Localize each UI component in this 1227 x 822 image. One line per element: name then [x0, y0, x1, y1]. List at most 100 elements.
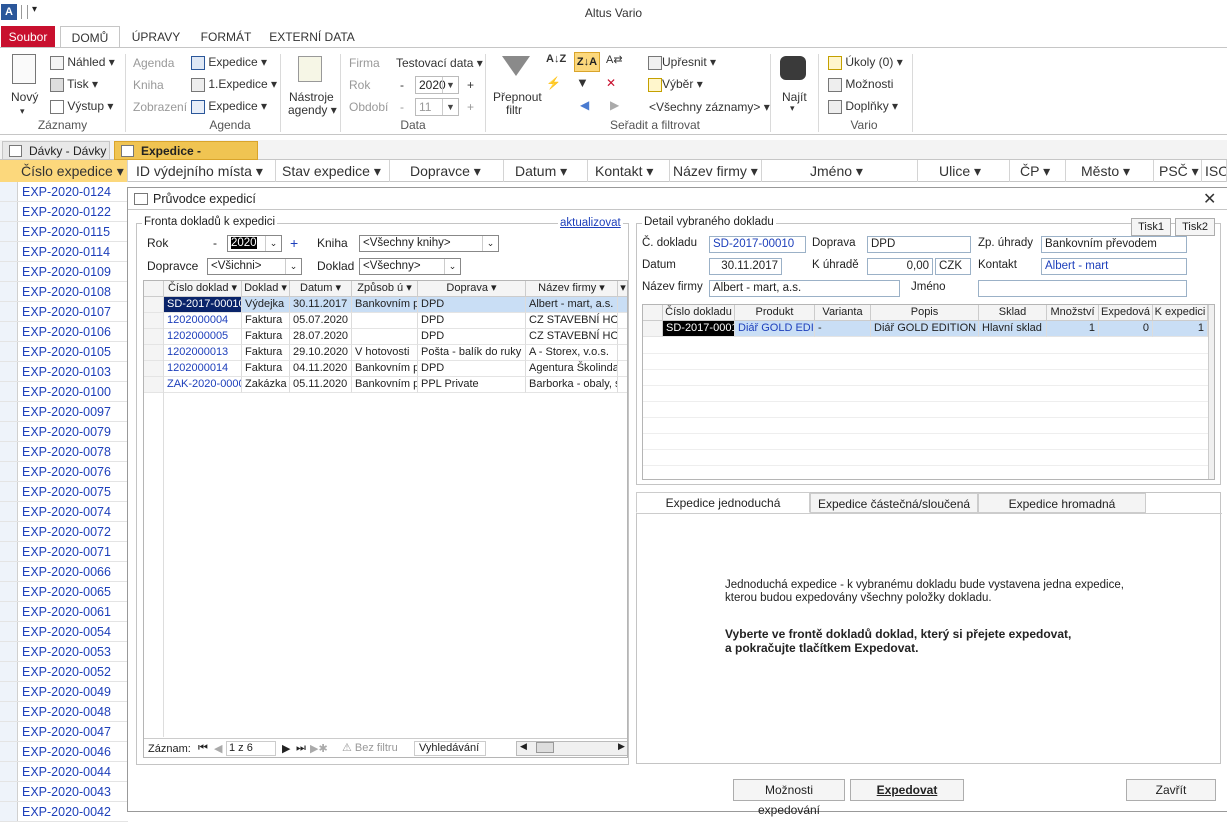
queue-header[interactable]: ▾	[618, 281, 627, 297]
agenda-expedice-combo[interactable]: Expedice ▾	[191, 55, 267, 70]
datasheet-row[interactable]: EXP-2020-0072	[0, 522, 128, 542]
company-name-field[interactable]: Albert - mart, a.s.	[709, 280, 900, 297]
item-cell[interactable]: 1	[1047, 321, 1099, 337]
expedite-button[interactable]: Expedovat	[850, 779, 964, 801]
new-record-icon[interactable]	[12, 54, 36, 84]
next-record-icon[interactable]: ▶	[282, 742, 290, 755]
first-record-icon[interactable]: ⏮	[198, 742, 208, 755]
queue-cell[interactable]: 30.11.2017	[290, 297, 352, 313]
all-records-combo[interactable]: <Všechny záznamy> ▾	[649, 100, 770, 114]
queue-cell[interactable]: Faktura	[242, 313, 290, 329]
new-button[interactable]: Nový	[11, 90, 38, 104]
queue-header[interactable]: Datum ▾	[290, 281, 352, 297]
filter-funnel-icon[interactable]	[502, 56, 530, 76]
queue-cell[interactable]	[618, 313, 627, 329]
queue-cell[interactable]: DPD	[418, 361, 526, 377]
column-iso[interactable]: ISO	[1202, 160, 1227, 182]
toggle-filter-line1[interactable]: Přepnout	[493, 90, 542, 104]
datasheet-row[interactable]: EXP-2020-0074	[0, 502, 128, 522]
tasks-button[interactable]: Úkoly (0) ▾	[828, 55, 903, 70]
queue-cell[interactable]: Bankovním p	[352, 361, 418, 377]
close-button[interactable]: Zavřít	[1126, 779, 1216, 801]
advanced-filter-icon[interactable]: ⚡	[546, 76, 561, 90]
datasheet-row[interactable]: EXP-2020-0100	[0, 382, 128, 402]
tab-home[interactable]: DOMŮ	[60, 26, 120, 49]
print-button[interactable]: Tisk ▾	[50, 77, 98, 92]
last-record-icon[interactable]: ⏭	[296, 742, 306, 755]
queue-cell[interactable]: ZAK-2020-0000	[164, 377, 242, 393]
tab-simple-expedition[interactable]: Expedice jednoduchá	[636, 492, 810, 513]
queue-cell[interactable]	[618, 345, 627, 361]
datasheet-row[interactable]: EXP-2020-0052	[0, 662, 128, 682]
output-button[interactable]: Výstup ▾	[50, 99, 113, 114]
datasheet-row[interactable]: EXP-2020-0114	[0, 242, 128, 262]
datasheet-row[interactable]: EXP-2020-0075	[0, 482, 128, 502]
item-cell[interactable]: SD-2017-00010	[663, 321, 735, 337]
queue-cell[interactable]: 29.10.2020	[290, 345, 352, 361]
rok-plus[interactable]: +	[467, 78, 474, 92]
transport-field[interactable]: DPD	[867, 236, 971, 253]
filter-selection-icon[interactable]: ▼	[576, 75, 589, 90]
queue-cell[interactable]: DPD	[418, 297, 526, 313]
doklad-filter-combo[interactable]: <Všechny> ⌄	[359, 258, 461, 275]
previous-arrow-icon[interactable]: ◀	[580, 98, 589, 112]
items-header[interactable]: Popis	[871, 305, 979, 321]
datasheet-row[interactable]: EXP-2020-0076	[0, 462, 128, 482]
items-header[interactable]: Produkt	[735, 305, 815, 321]
obdobi-minus[interactable]: -	[400, 100, 404, 114]
column-datum[interactable]: Datum ▾	[504, 160, 588, 182]
doc-tab-davky[interactable]: Dávky - Dávky	[2, 141, 110, 160]
queue-cell[interactable]: PPL Private	[418, 377, 526, 393]
datasheet-row[interactable]: EXP-2020-0078	[0, 442, 128, 462]
item-cell[interactable]: Hlavní sklad	[979, 321, 1047, 337]
queue-cell[interactable]	[352, 329, 418, 345]
queue-cell[interactable]: DPD	[418, 329, 526, 345]
queue-cell[interactable]: Faktura	[242, 345, 290, 361]
rok-filter-minus[interactable]: -	[213, 236, 217, 250]
queue-cell[interactable]: 1202000004	[164, 313, 242, 329]
queue-cell[interactable]: 28.07.2020	[290, 329, 352, 345]
firma-combo[interactable]: Testovací data ▾	[396, 56, 483, 70]
queue-header[interactable]: Číslo doklad ▾	[164, 281, 242, 297]
queue-cell[interactable]: Zakázka	[242, 377, 290, 393]
queue-header[interactable]: Způsob ú ▾	[352, 281, 418, 297]
datasheet-row[interactable]: EXP-2020-0109	[0, 262, 128, 282]
tab-file[interactable]: Soubor	[1, 26, 55, 48]
no-filter-button[interactable]: ⚠ Bez filtru	[338, 741, 412, 756]
datasheet-row[interactable]: EXP-2020-0054	[0, 622, 128, 642]
datasheet-row[interactable]: EXP-2020-0103	[0, 362, 128, 382]
items-header[interactable]: Varianta	[815, 305, 871, 321]
rok-combo[interactable]: 2020 ▼	[415, 76, 459, 94]
queue-cell[interactable]: CZ STAVEBNÍ HOL	[526, 329, 618, 345]
tools-button-line1[interactable]: Nástroje	[289, 90, 334, 104]
queue-cell[interactable]: SD-2017-00010	[164, 297, 242, 313]
datasheet-row[interactable]: EXP-2020-0048	[0, 702, 128, 722]
item-cell[interactable]: Diář GOLD EDITION 2020	[871, 321, 979, 337]
datasheet-row[interactable]: EXP-2020-0105	[0, 342, 128, 362]
column-dopravce[interactable]: Dopravce ▾	[390, 160, 504, 182]
tools-icon[interactable]	[298, 56, 322, 82]
queue-cell[interactable]: Albert - mart, a.s.	[526, 297, 618, 313]
record-position-field[interactable]: 1 z 6	[226, 741, 276, 756]
rok-filter-plus[interactable]: +	[290, 235, 298, 251]
prev-record-icon[interactable]: ◀	[214, 742, 222, 755]
datasheet-row[interactable]: EXP-2020-0107	[0, 302, 128, 322]
queue-cell[interactable]	[618, 297, 627, 313]
datasheet-row[interactable]: EXP-2020-0065	[0, 582, 128, 602]
queue-cell[interactable]: Bankovním p	[352, 297, 418, 313]
sort-descending-icon[interactable]: Z↓A	[574, 52, 600, 72]
datasheet-row[interactable]: EXP-2020-0043	[0, 782, 128, 802]
item-cell[interactable]: Diář GOLD EDITION	[735, 321, 815, 337]
clear-filter-icon[interactable]: ✕	[606, 76, 616, 90]
queue-cell[interactable]: 04.11.2020	[290, 361, 352, 377]
find-dropdown-icon[interactable]: ▾	[790, 103, 795, 114]
date-field[interactable]: 30.11.2017	[709, 258, 782, 275]
queue-cell[interactable]: V hotovosti	[352, 345, 418, 361]
kniha-filter-combo[interactable]: <Všechny knihy> ⌄	[359, 235, 499, 252]
queue-cell[interactable]: 05.07.2020	[290, 313, 352, 329]
column-mesto[interactable]: Město ▾	[1066, 160, 1154, 182]
datasheet-row[interactable]: EXP-2020-0122	[0, 202, 128, 222]
datasheet-row[interactable]: EXP-2020-0044	[0, 762, 128, 782]
queue-cell[interactable]	[618, 377, 627, 393]
toggle-filter-line2[interactable]: filtr	[506, 103, 522, 117]
